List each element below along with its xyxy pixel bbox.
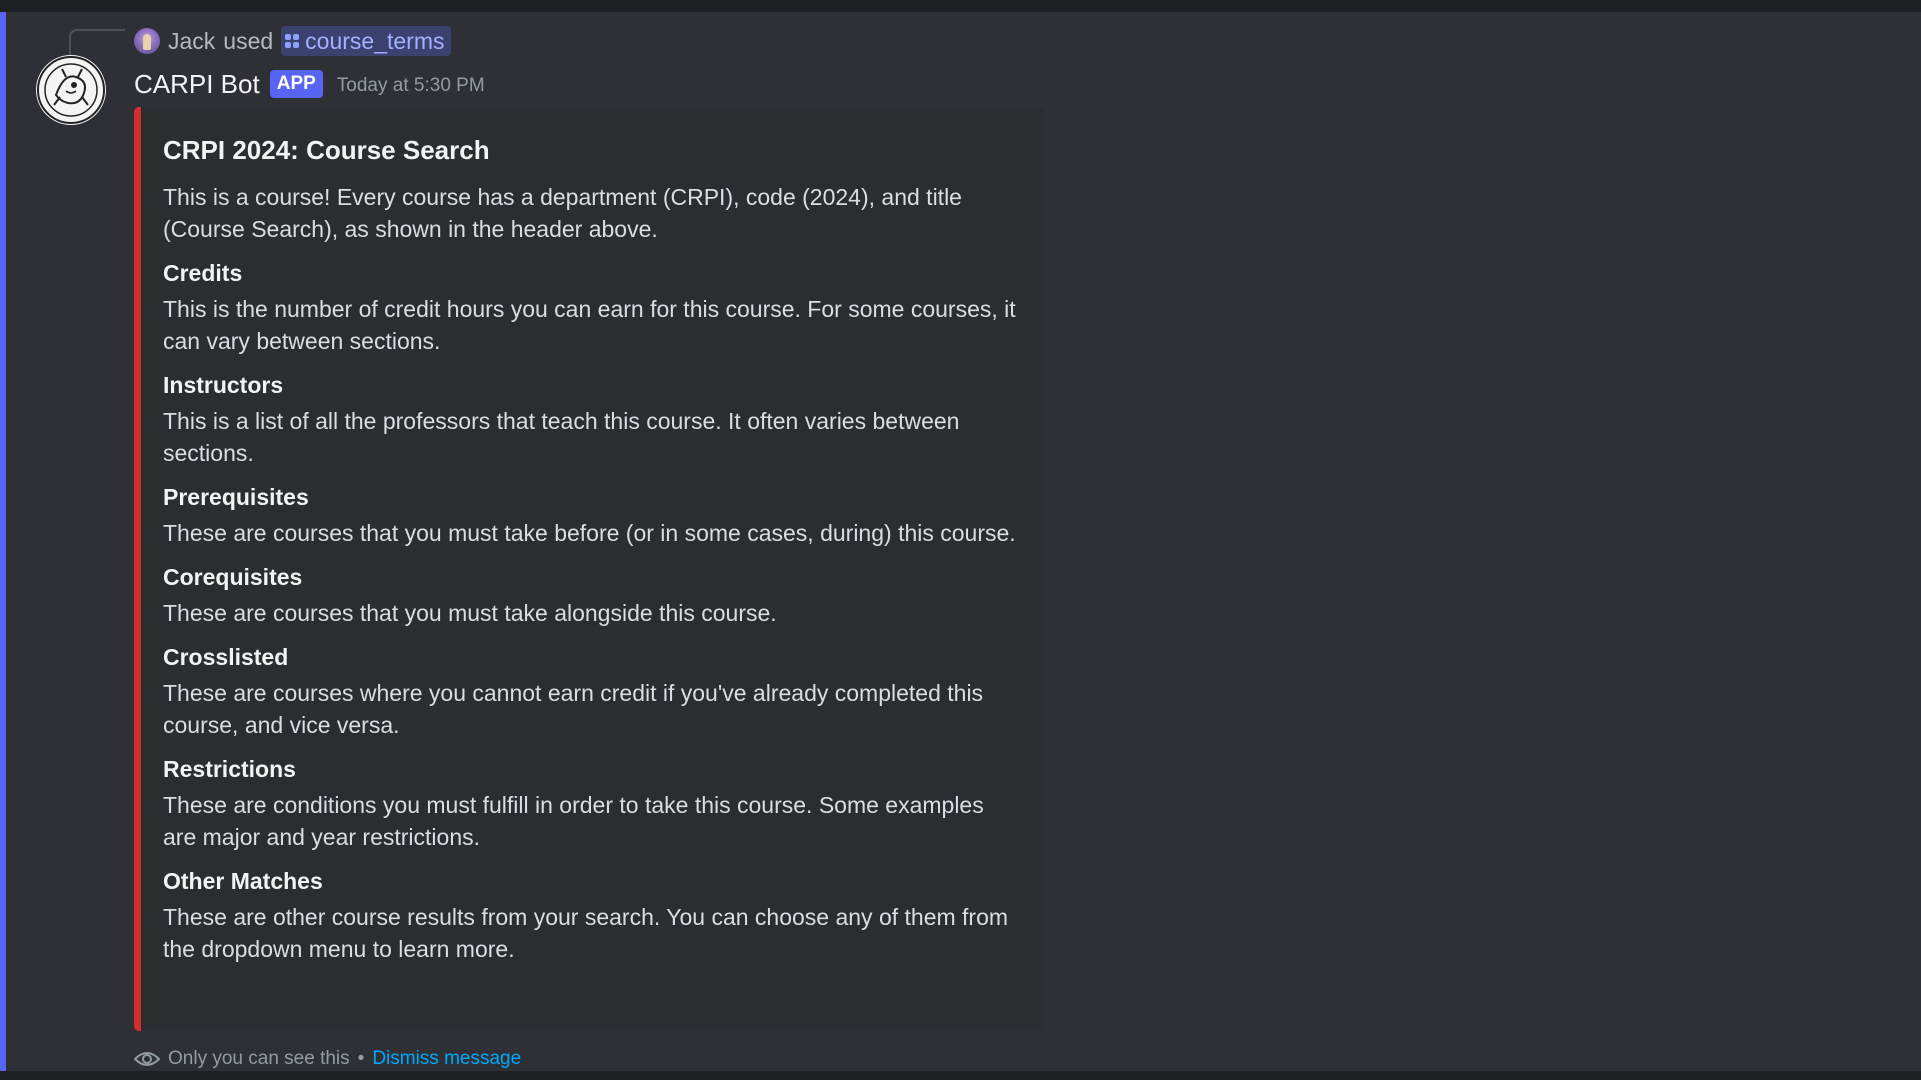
- embed-field-crosslisted: Crosslisted These are courses where you …: [163, 641, 1022, 741]
- field-name: Corequisites: [163, 564, 303, 590]
- message-timestamp[interactable]: Today at 5:30 PM: [337, 75, 485, 97]
- embed-field-instructors: Instructors This is a list of all the pr…: [163, 369, 1022, 469]
- app-window: Jack used course_terms CARPI Bot APP Tod…: [0, 0, 1921, 1080]
- visibility-text: Only you can see this: [168, 1048, 350, 1069]
- field-value: These are courses that you must take bef…: [163, 520, 1016, 546]
- interaction-header: Jack used course_terms: [134, 24, 451, 58]
- field-value: This is a list of all the professors tha…: [163, 408, 960, 466]
- field-name: Prerequisites: [163, 484, 309, 510]
- field-name: Restrictions: [163, 756, 296, 782]
- interaction-used-label: used: [223, 27, 274, 54]
- dismiss-message-link[interactable]: Dismiss message: [372, 1048, 521, 1070]
- bot-avatar[interactable]: [36, 55, 106, 125]
- field-value: These are conditions you must fulfill in…: [163, 792, 984, 850]
- field-value: These are courses that you must take alo…: [163, 600, 777, 626]
- embed-title: CRPI 2024: Course Search: [163, 135, 490, 165]
- ephemeral-notice: Only you can see this • Dismiss message: [134, 1045, 521, 1073]
- field-value: These are courses where you cannot earn …: [163, 680, 984, 738]
- author-name[interactable]: CARPI Bot: [134, 69, 260, 100]
- embed-card: CRPI 2024: Course Search This is a cours…: [134, 107, 1044, 1031]
- embed-field-credits: Credits This is the number of credit hou…: [163, 257, 1022, 357]
- embed-field-restrictions: Restrictions These are conditions you mu…: [163, 753, 1022, 853]
- message-container: Jack used course_terms CARPI Bot APP Tod…: [0, 12, 1921, 1071]
- field-value: These are other course results from your…: [163, 904, 1009, 962]
- embed-description: This is a course! Every course has a dep…: [163, 184, 962, 242]
- embed-field-corequisites: Corequisites These are courses that you …: [163, 561, 1022, 629]
- field-value: This is the number of credit hours you c…: [163, 296, 1016, 354]
- user-avatar[interactable]: [134, 28, 160, 54]
- field-name: Instructors: [163, 372, 284, 398]
- separator: •: [357, 1048, 365, 1069]
- slash-command-icon: [285, 34, 300, 48]
- command-name: course_terms: [305, 27, 445, 54]
- bot-logo-icon: [37, 56, 105, 124]
- field-name: Other Matches: [163, 868, 323, 894]
- interaction-user[interactable]: Jack: [168, 28, 215, 55]
- command-mention[interactable]: course_terms: [281, 26, 451, 56]
- embed-field-other-matches: Other Matches These are other course res…: [163, 865, 1022, 965]
- eye-icon: [134, 1052, 160, 1066]
- field-name: Crosslisted: [163, 644, 289, 670]
- app-badge: APP: [269, 70, 323, 98]
- message-header: CARPI Bot APP Today at 5:30 PM: [134, 64, 485, 104]
- embed-field-prerequisites: Prerequisites These are courses that you…: [163, 481, 1022, 549]
- interaction-connector-line: [69, 29, 125, 57]
- field-name: Credits: [163, 260, 243, 286]
